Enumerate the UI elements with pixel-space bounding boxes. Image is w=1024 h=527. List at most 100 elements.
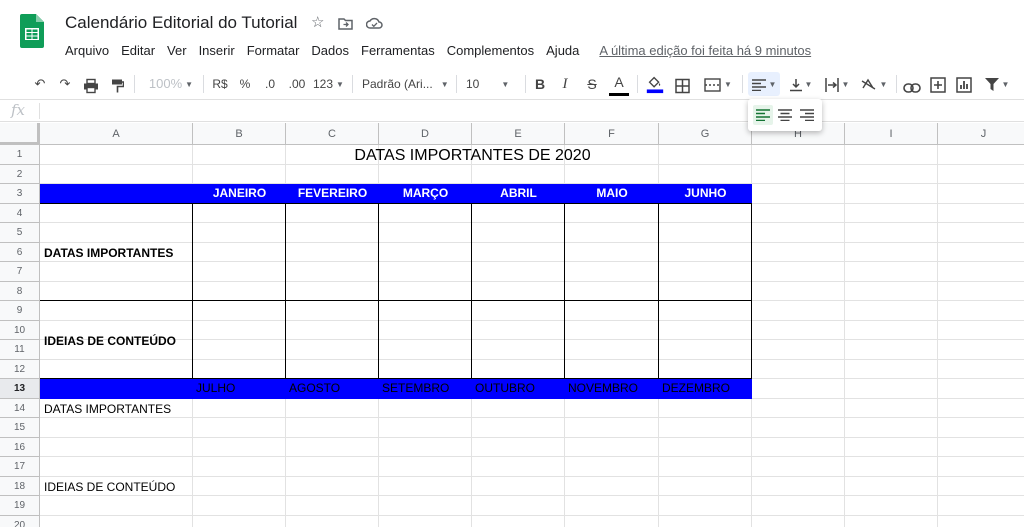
link-icon[interactable]	[903, 78, 921, 98]
italic-button[interactable]: I	[557, 74, 573, 94]
sheet-title[interactable]: DATAS IMPORTANTES DE 2020	[193, 146, 752, 166]
align-right-option[interactable]	[797, 105, 817, 125]
currency-format-button[interactable]: R$	[210, 74, 230, 94]
star-icon[interactable]: ☆	[311, 14, 324, 32]
percent-format-button[interactable]: %	[238, 74, 252, 94]
column-header-f[interactable]: F	[565, 123, 659, 145]
row-header-12[interactable]: 12	[0, 359, 40, 379]
menu-ajuda[interactable]: Ajuda	[546, 43, 579, 58]
column-header-j[interactable]: J	[938, 123, 1024, 145]
column-header-g[interactable]: G	[659, 123, 752, 145]
month-header[interactable]: AGOSTO	[286, 379, 379, 399]
month-header[interactable]: ABRIL	[472, 184, 565, 204]
column-header-d[interactable]: D	[379, 123, 472, 145]
move-to-folder-icon[interactable]	[338, 17, 353, 30]
column-header-i[interactable]: I	[845, 123, 938, 145]
document-title[interactable]: Calendário Editorial do Tutorial	[65, 13, 297, 33]
table-border	[40, 378, 752, 379]
zoom-select[interactable]: 100% ▼	[146, 74, 196, 94]
month-header[interactable]: MARÇO	[379, 184, 472, 204]
text-color-button[interactable]: A	[609, 74, 629, 96]
row-header-2[interactable]: 2	[0, 164, 40, 184]
row-header-17[interactable]: 17	[0, 457, 40, 477]
menu-inserir[interactable]: Inserir	[199, 43, 235, 58]
redo-icon[interactable]: ↷	[56, 74, 74, 94]
more-formats-button[interactable]: 123 ▼	[313, 74, 344, 94]
horizontal-align-button[interactable]: ▼	[748, 72, 780, 96]
row-header-14[interactable]: 14	[0, 398, 40, 418]
row-header-8[interactable]: 8	[0, 281, 40, 301]
row-header-7[interactable]: 7	[0, 262, 40, 282]
menu-bar: Arquivo Editar Ver Inserir Formatar Dado…	[65, 41, 811, 59]
row-header-4[interactable]: 4	[0, 203, 40, 223]
fill-color-icon[interactable]	[645, 74, 665, 94]
increase-decimals-button[interactable]: .00	[286, 74, 308, 94]
undo-icon[interactable]: ↶	[31, 74, 49, 94]
row-header-10[interactable]: 10	[0, 320, 40, 340]
row-header-9[interactable]: 9	[0, 301, 40, 321]
column-header-e[interactable]: E	[472, 123, 565, 145]
align-left-option[interactable]	[753, 105, 773, 125]
label-datas-importantes-2[interactable]: DATAS IMPORTANTES	[44, 402, 171, 416]
month-header[interactable]: JANEIRO	[193, 184, 286, 204]
insert-comment-icon[interactable]	[930, 75, 946, 95]
text-wrapping-button[interactable]: ▼	[821, 74, 853, 94]
decrease-decimals-button[interactable]: .0	[260, 74, 280, 94]
borders-icon[interactable]	[675, 76, 690, 96]
row-header-11[interactable]: 11	[0, 340, 40, 360]
insert-chart-icon[interactable]	[956, 75, 972, 95]
font-size-select[interactable]: 10 ▼	[466, 74, 520, 94]
row-header-6[interactable]: 6	[0, 242, 40, 262]
row-header-1[interactable]: 1	[0, 145, 40, 165]
row-header-18[interactable]: 18	[0, 476, 40, 496]
row-gridline	[40, 280, 1024, 282]
menu-dados[interactable]: Dados	[311, 43, 349, 58]
row-header-20[interactable]: 20	[0, 515, 40, 527]
spreadsheet-grid[interactable]: ABCDEFGHIJ 1 2 3 4 5 6 7 8 9 10 11 12 13 14 15 16 17 18 19…	[0, 123, 1024, 527]
row-gridline	[40, 261, 1024, 262]
row-header-16[interactable]: 16	[0, 437, 40, 457]
bold-button[interactable]: B	[532, 74, 548, 94]
row-header-13[interactable]: 13	[0, 379, 40, 399]
menu-ver[interactable]: Ver	[167, 43, 187, 58]
month-header[interactable]: JULHO	[193, 379, 286, 399]
text-rotation-button[interactable]: ▼	[858, 74, 890, 94]
select-all-corner[interactable]	[0, 123, 40, 145]
label-ideias-de-conteudo-2[interactable]: IDEIAS DE CONTEÚDO	[44, 480, 175, 494]
paint-format-icon[interactable]	[111, 76, 124, 96]
month-header[interactable]: FEVEREIRO	[286, 184, 379, 204]
menu-arquivo[interactable]: Arquivo	[65, 43, 109, 58]
print-icon[interactable]	[83, 76, 99, 96]
font-value: Padrão (Ari...	[362, 77, 433, 91]
table-border	[471, 203, 472, 379]
font-select[interactable]: Padrão (Ari... ▼	[362, 74, 450, 94]
strikethrough-button[interactable]: S	[584, 74, 600, 94]
month-header[interactable]: OUTUBRO	[472, 379, 565, 399]
column-header-c[interactable]: C	[286, 123, 379, 145]
month-header[interactable]: JUNHO	[659, 184, 752, 204]
sheets-logo-icon[interactable]	[20, 14, 44, 48]
last-edit-link[interactable]: A última edição foi feita há 9 minutos	[599, 43, 811, 58]
month-header[interactable]: NOVEMBRO	[565, 379, 659, 399]
row-header-5[interactable]: 5	[0, 223, 40, 243]
month-header[interactable]: DEZEMBRO	[659, 379, 752, 399]
label-datas-importantes[interactable]: DATAS IMPORTANTES	[44, 246, 173, 260]
label-ideias-de-conteudo[interactable]: IDEIAS DE CONTEÚDO	[44, 334, 176, 348]
chevron-down-icon: ▼	[768, 79, 777, 89]
merge-cells-button[interactable]: ▼	[700, 74, 736, 94]
align-center-option[interactable]	[775, 105, 795, 125]
menu-editar[interactable]: Editar	[121, 43, 155, 58]
column-header-b[interactable]: B	[193, 123, 286, 145]
row-header-19[interactable]: 19	[0, 496, 40, 516]
month-header[interactable]: MAIO	[565, 184, 659, 204]
row-header-15[interactable]: 15	[0, 418, 40, 438]
column-header-a[interactable]: A	[40, 123, 193, 145]
menu-formatar[interactable]: Formatar	[247, 43, 300, 58]
filter-button[interactable]: ▼	[982, 74, 1012, 94]
row-header-3[interactable]: 3	[0, 184, 40, 204]
vertical-align-button[interactable]: ▼	[786, 74, 816, 94]
menu-complementos[interactable]: Complementos	[447, 43, 534, 58]
menu-ferramentas[interactable]: Ferramentas	[361, 43, 435, 58]
month-header[interactable]: SETEMBRO	[379, 379, 472, 399]
cloud-status-icon[interactable]	[366, 17, 383, 29]
